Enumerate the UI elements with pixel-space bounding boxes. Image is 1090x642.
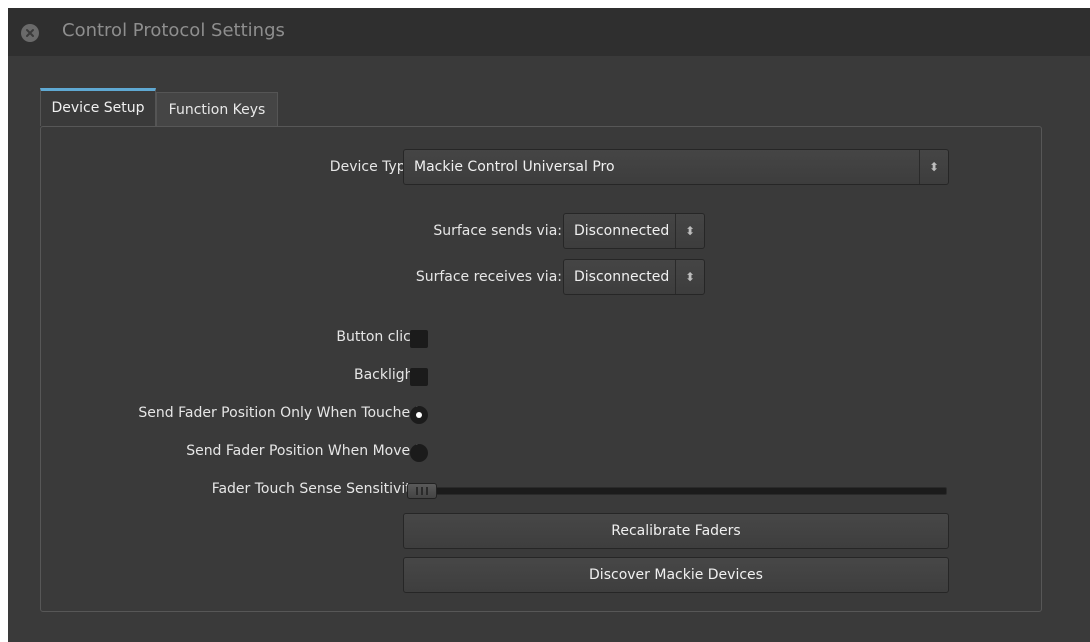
surface-receives-label: Surface receives via: [415, 269, 562, 285]
settings-window: Control Protocol Settings Device Setup F… [8, 8, 1090, 642]
device-type-value: Mackie Control Universal Pro [414, 159, 615, 175]
backlight-checkbox[interactable] [410, 368, 428, 386]
sensitivity-slider[interactable] [407, 487, 947, 495]
surface-receives-value: Disconnected [574, 269, 670, 285]
device-type-select[interactable]: Mackie Control Universal Pro ⬍ [403, 149, 949, 185]
updown-arrow-icon: ⬍ [675, 260, 704, 294]
tab-function-keys[interactable]: Function Keys [156, 92, 278, 126]
fader-moved-radio[interactable] [410, 444, 428, 462]
title-bar: Control Protocol Settings [8, 8, 1090, 56]
sensitivity-slider-handle[interactable] [407, 483, 437, 499]
sensitivity-label: Fader Touch Sense Sensitivity [211, 481, 419, 497]
surface-sends-select[interactable]: Disconnected ⬍ [563, 213, 705, 249]
button-click-label: Button click [336, 329, 419, 345]
surface-sends-value: Disconnected [574, 223, 670, 239]
fader-touched-radio[interactable] [410, 406, 428, 424]
button-click-checkbox[interactable] [410, 330, 428, 348]
tab-device-setup[interactable]: Device Setup [40, 88, 156, 126]
surface-sends-label: Surface sends via: [433, 223, 562, 239]
close-icon [26, 29, 34, 37]
fader-moved-label: Send Fader Position When Moved [186, 443, 419, 459]
surface-receives-select[interactable]: Disconnected ⬍ [563, 259, 705, 295]
updown-arrow-icon: ⬍ [919, 150, 948, 184]
grip-icon [426, 487, 428, 495]
grip-icon [421, 487, 423, 495]
window-title: Control Protocol Settings [62, 20, 285, 41]
updown-arrow-icon: ⬍ [675, 214, 704, 248]
recalibrate-faders-button[interactable]: Recalibrate Faders [403, 513, 949, 549]
grip-icon [416, 487, 418, 495]
device-setup-panel: Device Type: Mackie Control Universal Pr… [40, 126, 1042, 612]
fader-touched-label: Send Fader Position Only When Touched [138, 405, 419, 421]
discover-devices-button[interactable]: Discover Mackie Devices [403, 557, 949, 593]
close-button[interactable] [21, 24, 39, 42]
